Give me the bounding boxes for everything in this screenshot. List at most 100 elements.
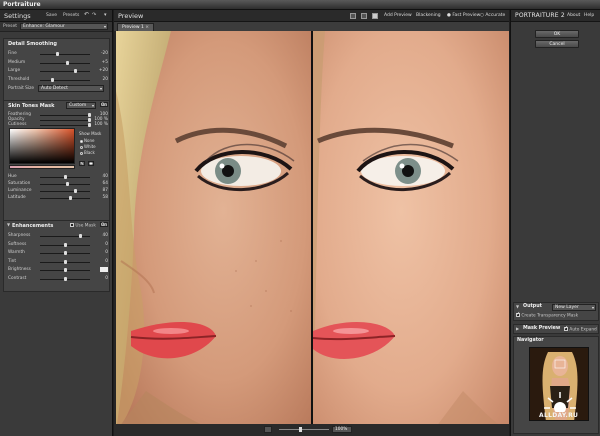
skin-color-bar[interactable] — [9, 165, 75, 169]
zoom-value[interactable]: 100% — [332, 426, 352, 433]
slider-row-luminance: Luminance 87 — [8, 188, 108, 194]
menu-dropdown-icon[interactable]: ▾ — [104, 12, 107, 18]
slider-value[interactable]: 40 — [103, 233, 108, 238]
slider-value[interactable] — [100, 267, 108, 272]
blackening-button[interactable]: Blackening — [416, 13, 441, 18]
slider-thumb[interactable] — [68, 196, 72, 200]
cancel-button[interactable]: Cancel — [535, 40, 579, 48]
slider-track[interactable] — [40, 259, 90, 264]
show-mask-white[interactable]: White — [80, 144, 96, 149]
tab-preview-1[interactable]: Preview 1 × — [117, 23, 155, 31]
slider-track[interactable] — [40, 52, 90, 56]
collapse-triangle-icon[interactable]: ▼ — [7, 222, 10, 227]
slider-value[interactable]: 0 — [105, 259, 108, 264]
zoom-out-icon[interactable] — [264, 426, 272, 433]
slider-value[interactable]: 100 % — [94, 122, 108, 127]
navigator-thumbnail[interactable]: ALLDAY.RU — [529, 347, 589, 421]
slider-thumb[interactable] — [56, 52, 59, 56]
slider-thumb[interactable] — [63, 276, 67, 281]
slider-thumb[interactable] — [63, 242, 67, 247]
slider-track[interactable] — [40, 118, 91, 122]
preview-tab-row: Preview 1 × — [114, 22, 509, 31]
slider-thumb[interactable] — [66, 60, 69, 65]
slider-thumb[interactable] — [63, 259, 67, 264]
slider-value[interactable]: 0 — [105, 276, 108, 281]
slider-track[interactable] — [40, 77, 90, 82]
split-horizontal-icon[interactable] — [361, 13, 367, 19]
eyedropper-plus-icon[interactable]: ✚ — [88, 161, 94, 166]
slider-track[interactable] — [40, 234, 90, 238]
add-preview-button[interactable]: Add Preview — [384, 13, 412, 18]
slider-thumb[interactable] — [63, 251, 67, 255]
output-select[interactable]: New Layer ▾ — [552, 304, 596, 311]
zoom-slider-thumb[interactable] — [299, 427, 302, 432]
save-button[interactable]: Save — [46, 13, 57, 18]
eyedropper-icon[interactable]: ✎ — [79, 161, 85, 166]
enhancements-toggle[interactable]: On — [100, 222, 108, 227]
before-image[interactable] — [116, 31, 311, 431]
slider-value[interactable]: -20 — [101, 51, 108, 56]
portrait-after — [313, 31, 509, 431]
auto-expand-checkbox[interactable]: Auto Expand — [564, 325, 597, 333]
slider-label: Contrast — [8, 275, 27, 281]
slider-value[interactable]: 87 — [103, 188, 108, 193]
single-view-icon[interactable] — [350, 13, 356, 19]
slider-thumb[interactable] — [51, 77, 54, 82]
expand-triangle-icon[interactable]: ▶ — [516, 326, 519, 331]
slider-thumb[interactable] — [87, 123, 91, 127]
slider-value[interactable]: 64 — [103, 181, 108, 186]
presets-button[interactable]: Presets — [63, 13, 79, 18]
slider-value[interactable]: 0 — [105, 250, 108, 255]
help-link[interactable]: Help — [584, 13, 594, 18]
undo-icon[interactable]: ↶ — [84, 11, 89, 18]
slider-thumb[interactable] — [73, 189, 77, 193]
portrait-size-select[interactable]: Auto Detect ▾ — [38, 85, 104, 92]
slider-track[interactable] — [40, 196, 90, 200]
slider-track[interactable] — [40, 251, 90, 255]
skin-color-picker[interactable] — [9, 128, 75, 164]
slider-track[interactable] — [40, 60, 90, 65]
slider-value[interactable]: +20 — [99, 68, 108, 73]
slider-value[interactable]: 58 — [103, 195, 108, 200]
mask-mode-select[interactable]: Custom ▾ — [66, 102, 96, 109]
preset-select[interactable]: Enhance: Glamour ▾ — [20, 23, 108, 30]
slider-track[interactable] — [40, 189, 90, 193]
zoom-slider-track[interactable] — [279, 429, 329, 430]
slider-track[interactable] — [40, 175, 90, 179]
show-mask-black[interactable]: Black — [80, 150, 95, 155]
slider-row-brightness: Brightness — [8, 267, 108, 273]
slider-track[interactable] — [40, 182, 90, 186]
slider-thumb[interactable] — [63, 175, 67, 179]
slider-track[interactable] — [40, 123, 91, 127]
ok-button[interactable]: OK — [535, 30, 579, 38]
right-panel: PORTRAITURE 2 About Help OK Cancel ▼ Out… — [510, 10, 600, 436]
slider-value[interactable]: 0 — [105, 242, 108, 247]
accurate-radio[interactable]: ○ Accurate — [480, 13, 505, 18]
slider-thumb[interactable] — [63, 268, 67, 272]
slider-value[interactable]: 20 — [103, 77, 108, 82]
transparency-mask-checkbox[interactable]: Create Transparency Mask — [516, 311, 578, 319]
collapse-triangle-icon[interactable]: ▼ — [516, 304, 519, 309]
use-mask-checkbox[interactable]: Use Mask — [70, 223, 96, 229]
redo-icon[interactable]: ↷ — [92, 12, 96, 18]
slider-track[interactable] — [40, 69, 90, 73]
slider-track[interactable] — [40, 242, 90, 247]
fast-preview-radio[interactable]: ● Fast Preview — [447, 13, 480, 18]
slider-thumb[interactable] — [66, 182, 69, 186]
about-link[interactable]: About — [567, 13, 580, 18]
slider-track[interactable] — [40, 268, 90, 272]
slider-thumb[interactable] — [78, 234, 82, 238]
slider-track[interactable] — [40, 276, 90, 281]
slider-row-contrast: Contrast 0 — [8, 276, 108, 282]
detail-smoothing-header[interactable]: Detail Smoothing — [4, 39, 109, 48]
slider-thumb[interactable] — [73, 69, 77, 73]
slider-track[interactable] — [40, 113, 91, 117]
slider-label: Saturation — [8, 181, 31, 186]
skin-mask-toggle[interactable]: On — [100, 102, 108, 107]
show-mask-none[interactable]: None — [80, 138, 94, 143]
skin-tones-mask-section: Skin Tones Mask Custom ▾ On Feathering 10… — [3, 100, 110, 226]
split-vertical-icon[interactable] — [372, 13, 378, 19]
after-image[interactable] — [313, 31, 509, 431]
slider-value[interactable]: 40 — [103, 174, 108, 179]
slider-value[interactable]: +5 — [102, 60, 108, 65]
